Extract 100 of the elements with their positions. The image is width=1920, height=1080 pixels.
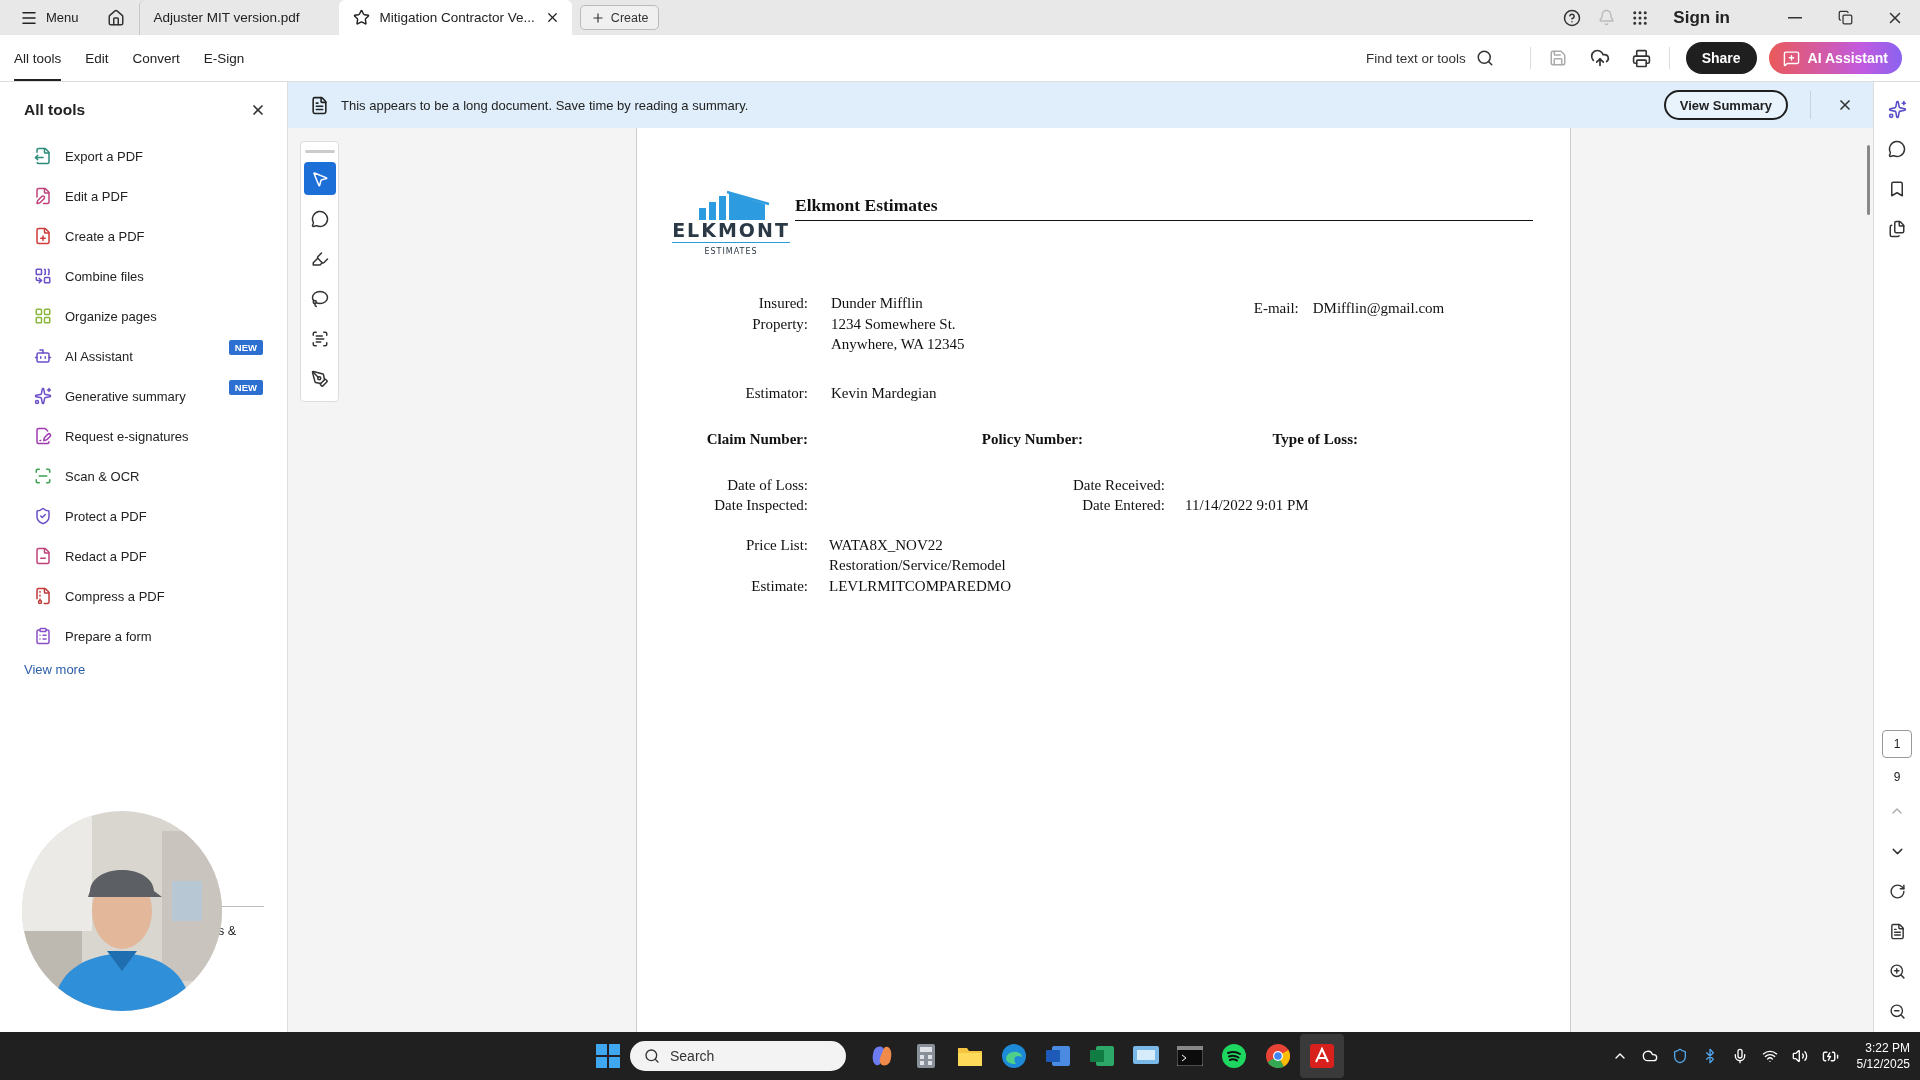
- grid-icon: [34, 307, 52, 325]
- field-label: Estimator:: [744, 383, 808, 403]
- music-app-icon: [1222, 1044, 1246, 1068]
- zoom-out-icon: [1888, 1002, 1906, 1020]
- sign-in-button[interactable]: Sign in: [1667, 6, 1736, 29]
- pdf-app-icon: [1310, 1044, 1334, 1068]
- tool-item[interactable]: Prepare a form: [0, 616, 287, 656]
- toolbar-tab[interactable]: Convert: [132, 35, 180, 81]
- file-minus-icon: [34, 547, 52, 565]
- lasso-icon: [310, 289, 329, 308]
- search-icon: [1475, 49, 1494, 67]
- file-edit-icon: [34, 187, 52, 205]
- view-more-link[interactable]: View more: [24, 662, 86, 677]
- folder-icon: [958, 1046, 982, 1066]
- toolbar-tab[interactable]: Edit: [85, 35, 109, 81]
- field-label: Date of Loss:: [726, 475, 808, 495]
- clipboard-icon: [34, 627, 52, 645]
- search-icon: [644, 1048, 660, 1064]
- field-value: Kevin Mardegian: [831, 383, 938, 403]
- logo-tagline: ESTIMATES: [704, 247, 758, 256]
- text-select-icon: [310, 329, 329, 348]
- tool-item[interactable]: Edit a PDF: [0, 176, 287, 216]
- field-label: Estimate:: [750, 576, 808, 596]
- sparkles-icon: [34, 387, 52, 405]
- clock-time[interactable]: 3:22 PM: [1865, 1040, 1910, 1056]
- close-icon: [1837, 97, 1853, 113]
- panel-title: All tools: [24, 101, 86, 119]
- volume-icon[interactable]: [1791, 1048, 1808, 1064]
- tool-item[interactable]: Compress a PDF: [0, 576, 287, 616]
- minimize-icon: [1788, 16, 1802, 19]
- view-summary-button[interactable]: View Summary: [1663, 90, 1788, 120]
- tool-item[interactable]: Generative summary NEW: [0, 376, 287, 416]
- pen-icon: [310, 369, 329, 388]
- rotate-icon: [1888, 882, 1906, 900]
- restore-icon: [1837, 10, 1853, 25]
- cloud-upload-icon: [1589, 48, 1610, 68]
- tool-item[interactable]: AI Assistant NEW: [0, 336, 287, 376]
- file-signature-icon: [34, 427, 52, 445]
- clock-date[interactable]: 5/12/2025: [1856, 1056, 1910, 1072]
- new-badge: NEW: [228, 340, 263, 355]
- field-label: Price List:: [744, 535, 808, 555]
- pdf-reader-app-button[interactable]: [1300, 1034, 1344, 1078]
- tool-item[interactable]: Combine files: [0, 256, 287, 296]
- pages-icon: [1888, 220, 1906, 238]
- apps-grid-icon: [1631, 8, 1650, 27]
- field-value: Dunder Mifflin: [831, 294, 924, 313]
- terminal-icon: [1177, 1046, 1203, 1066]
- logo-wordmark: ELKMONT: [672, 221, 790, 243]
- home-icon: [106, 8, 125, 27]
- field-label: Date Inspected:: [713, 496, 808, 515]
- wifi-icon[interactable]: [1761, 1048, 1778, 1064]
- field-label: Property:: [751, 314, 808, 334]
- field-value: WATA8X_NOV22: [829, 535, 944, 555]
- field-value: 11/14/2022 9:01 PM: [1184, 496, 1310, 515]
- windows-logo-icon: [596, 1044, 620, 1068]
- spreadsheet-app-icon: [1090, 1044, 1114, 1068]
- field-value: DMifflin@gmail.com: [1312, 299, 1446, 318]
- comment-icon: [310, 209, 329, 228]
- document-app-icon: [1046, 1044, 1070, 1068]
- monitor-icon: [1133, 1046, 1159, 1066]
- menu-button[interactable]: Menu: [14, 4, 85, 31]
- shield-icon[interactable]: [1671, 1048, 1688, 1064]
- field-value: Anywhere, WA 12345: [831, 335, 966, 354]
- tool-item[interactable]: Organize pages: [0, 296, 287, 336]
- field-label: Policy Number:: [980, 430, 1083, 449]
- tool-item[interactable]: Request e-signatures: [0, 416, 287, 456]
- sparkles-icon: [1887, 99, 1907, 119]
- save-icon: [1548, 49, 1567, 67]
- find-button[interactable]: Find text or tools: [1359, 35, 1500, 81]
- page-number-field[interactable]: 1: [1882, 730, 1912, 758]
- tool-item[interactable]: Protect a PDF: [0, 496, 287, 536]
- share-button[interactable]: Share: [1685, 42, 1757, 74]
- field-value: 1234 Somewhere St.: [831, 314, 957, 334]
- banner-message: This appears to be a long document. Save time by reading a summary.: [341, 97, 750, 113]
- page-fit-icon: [1888, 922, 1906, 940]
- combine-icon: [34, 267, 52, 285]
- star-icon[interactable]: [352, 9, 370, 26]
- field-value: Restoration/Service/Remodel: [829, 556, 1007, 575]
- cloud-icon[interactable]: [1641, 1048, 1658, 1064]
- tool-item[interactable]: Redact a PDF: [0, 536, 287, 576]
- bell-icon: [1597, 9, 1615, 26]
- pointer-icon: [310, 169, 329, 188]
- field-label: Type of Loss:: [1271, 430, 1358, 449]
- file-export-icon: [34, 147, 52, 165]
- zoom-in-icon: [1888, 962, 1906, 980]
- robot-icon: [34, 347, 52, 365]
- tool-item[interactable]: Create a PDF: [0, 216, 287, 256]
- toolbar-tab[interactable]: E-Sign: [203, 35, 245, 81]
- calculator-icon: [917, 1044, 935, 1068]
- close-icon: [250, 102, 266, 118]
- scrollbar-thumb[interactable]: [1867, 145, 1870, 215]
- round-browser-icon: [1266, 1044, 1290, 1068]
- taskbar-search-field[interactable]: Search: [630, 1041, 846, 1071]
- tool-item[interactable]: Export a PDF: [0, 136, 287, 176]
- tool-item[interactable]: Scan & OCR: [0, 456, 287, 496]
- document-tab[interactable]: Mitigation Contractor Ve...: [338, 0, 572, 35]
- create-button[interactable]: Create: [579, 5, 660, 30]
- ai-assistant-button[interactable]: AI Assistant: [1768, 42, 1902, 74]
- field-label: Claim Number:: [705, 430, 808, 449]
- wave-browser-icon: [1002, 1044, 1026, 1068]
